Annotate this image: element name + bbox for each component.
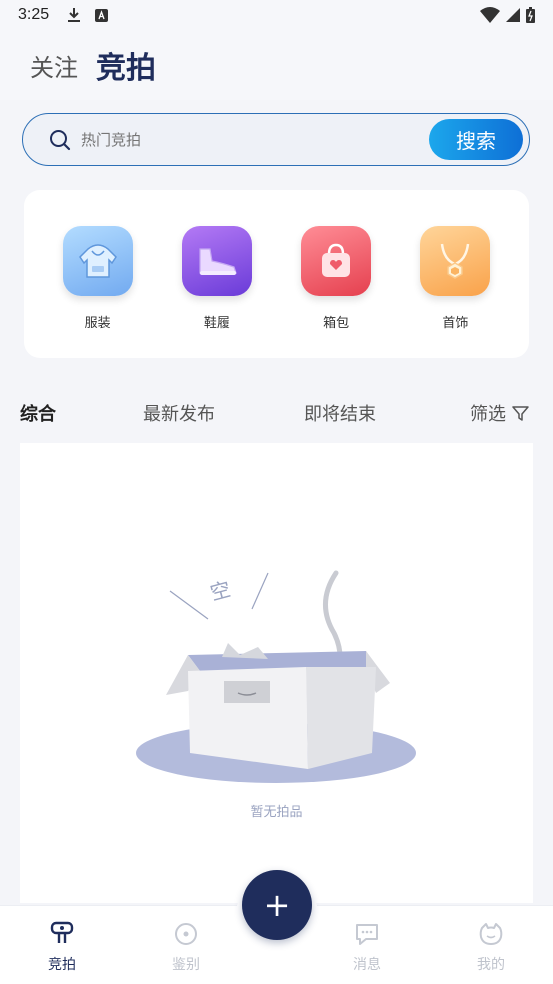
nav-item-profile[interactable]: 我的 [461, 920, 521, 974]
signal-icon [506, 8, 520, 22]
tab-auction[interactable]: 竞拍 [96, 43, 156, 87]
category-jewelry[interactable]: 首饰 [410, 226, 500, 358]
nav-item-auction[interactable]: 竞拍 [32, 920, 92, 974]
add-auction-button[interactable]: + [242, 870, 312, 940]
category-label: 服装 [84, 316, 111, 331]
bottom-nav: + 竞拍 鉴别 消息 我的 [0, 870, 553, 984]
tab-follow[interactable]: 关注 [30, 48, 78, 83]
nav-label: 我的 [477, 957, 505, 973]
keyboard-a-icon [95, 8, 109, 22]
download-icon [68, 8, 81, 22]
hoodie-icon [62, 226, 133, 296]
empty-box-illustration [136, 570, 416, 783]
category-label: 首饰 [442, 316, 469, 331]
status-time: 3:25 [18, 6, 50, 23]
category-clothing[interactable]: 服装 [53, 226, 143, 358]
empty-message: 暂无拍品 [250, 805, 303, 820]
filter-icon [512, 405, 529, 421]
auction-icon [50, 921, 74, 943]
appraise-icon [175, 923, 197, 945]
search-icon [50, 129, 71, 150]
auction-list: 空 暂无拍品 [20, 443, 533, 903]
sort-tab-filter[interactable]: 筛选 [470, 400, 529, 426]
battery-icon [526, 7, 535, 23]
category-shoes[interactable]: 鞋履 [172, 226, 262, 358]
sort-tab-latest[interactable]: 最新发布 [143, 400, 215, 426]
category-card: 服装 鞋履 箱包 首饰 [24, 190, 529, 358]
sneaker-icon [181, 226, 252, 296]
nav-item-message[interactable]: 消息 [337, 920, 397, 974]
search-button[interactable]: 搜索 [429, 119, 523, 160]
search-input[interactable] [81, 130, 401, 149]
sort-tab-ending-soon[interactable]: 即将结束 [304, 400, 376, 426]
nav-label: 鉴别 [172, 957, 200, 973]
wifi-icon [480, 7, 500, 23]
top-tab-bar: 关注 竞拍 [0, 30, 553, 100]
nav-item-appraise[interactable]: 鉴别 [156, 920, 216, 974]
handbag-icon [301, 226, 372, 296]
category-label: 箱包 [323, 316, 350, 331]
sort-tabs: 综合 最新发布 即将结束 筛选 [0, 395, 553, 431]
message-icon [356, 924, 378, 945]
status-bar: 3:25 [0, 0, 553, 30]
category-label: 鞋履 [203, 316, 230, 331]
necklace-icon [420, 226, 491, 296]
profile-icon [479, 923, 503, 945]
nav-label: 竞拍 [48, 957, 76, 973]
search-bar: 搜索 [22, 113, 530, 166]
filter-label: 筛选 [470, 404, 506, 425]
nav-label: 消息 [353, 957, 381, 973]
sort-tab-overall[interactable]: 综合 [20, 400, 56, 426]
category-bags[interactable]: 箱包 [291, 226, 381, 358]
